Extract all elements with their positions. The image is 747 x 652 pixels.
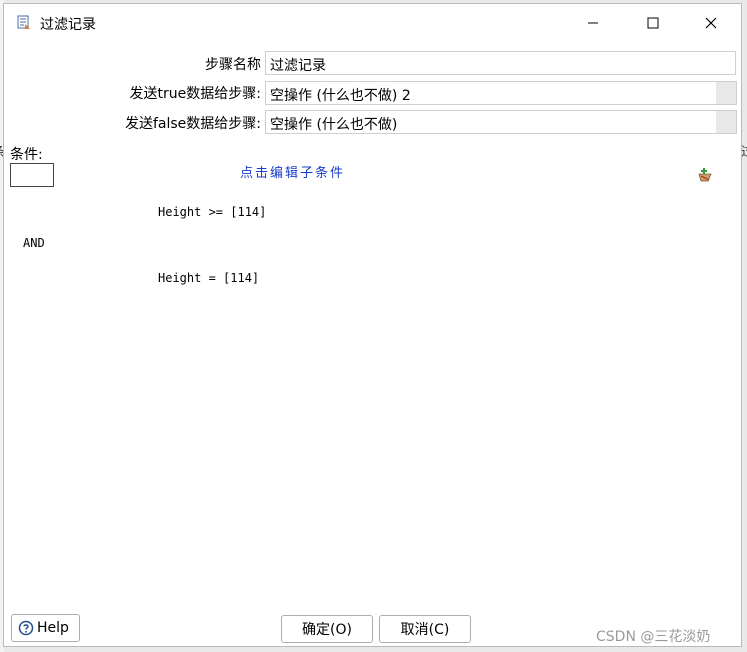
- condition-label: 条件:: [10, 147, 43, 163]
- condition-row[interactable]: Height >= [114]: [158, 205, 266, 219]
- condition-operator-box[interactable]: [10, 163, 54, 187]
- close-button[interactable]: [688, 4, 734, 42]
- false-step-select[interactable]: 空操作 (什么也不做): [265, 110, 737, 134]
- condition-operator[interactable]: AND: [23, 236, 45, 250]
- close-icon: [705, 17, 717, 29]
- help-button-label: Help: [37, 620, 69, 636]
- help-icon: [18, 620, 34, 636]
- help-button[interactable]: Help: [11, 614, 80, 642]
- step-name-label: 步骤名称: [205, 57, 261, 73]
- minimize-icon: [588, 22, 598, 24]
- dropdown-arrow-icon[interactable]: [716, 82, 736, 104]
- add-condition-icon[interactable]: [697, 167, 713, 188]
- true-step-value: 空操作 (什么也不做) 2: [270, 88, 411, 104]
- false-step-label: 发送false数据给步骤:: [124, 116, 261, 132]
- step-name-input[interactable]: 过滤记录: [265, 51, 736, 75]
- ok-button[interactable]: 确定(O): [281, 615, 373, 643]
- cancel-button[interactable]: 取消(C): [379, 615, 471, 643]
- watermark: CSDN @三花淡奶: [596, 629, 711, 645]
- dropdown-arrow-icon[interactable]: [716, 111, 736, 133]
- ok-button-label: 确定(O): [302, 622, 352, 638]
- maximize-button[interactable]: [630, 4, 676, 42]
- true-step-select[interactable]: 空操作 (什么也不做) 2: [265, 81, 737, 105]
- window-title: 过滤记录: [40, 17, 96, 33]
- title-bar: 过滤记录: [4, 4, 741, 42]
- false-step-value: 空操作 (什么也不做): [270, 117, 398, 133]
- maximize-icon: [647, 17, 659, 29]
- condition-row[interactable]: Height = [114]: [158, 271, 259, 285]
- true-step-label: 发送true数据给步骤:: [129, 86, 261, 102]
- filter-rows-dialog: 过滤记录 步骤名称 过滤记录 发送true数据给步骤: 空操作 (什么也不做) …: [3, 3, 742, 647]
- minimize-button[interactable]: [570, 4, 616, 42]
- edit-subcondition-link[interactable]: 点击编辑子条件: [240, 162, 345, 181]
- document-icon: [17, 15, 31, 35]
- cancel-button-label: 取消(C): [400, 622, 450, 638]
